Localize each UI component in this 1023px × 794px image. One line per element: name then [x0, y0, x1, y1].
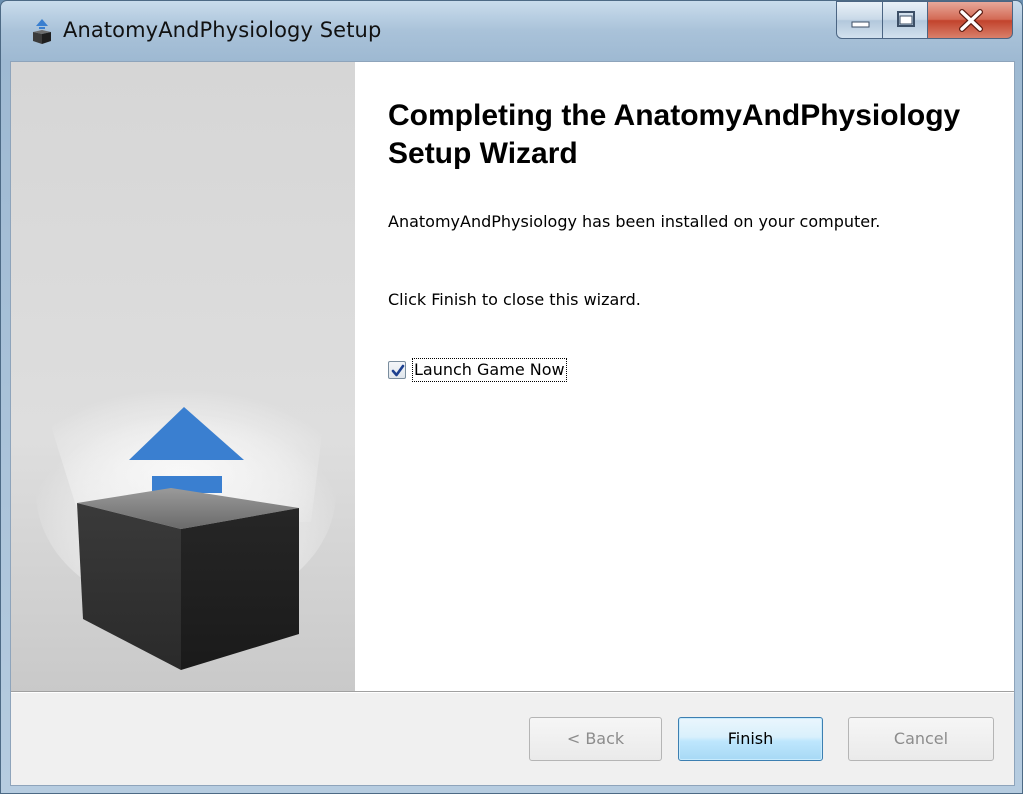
footer-divider-highlight: [11, 692, 1014, 693]
launch-game-checkbox[interactable]: [388, 361, 406, 379]
setup-window: AnatomyAndPhysiology Setup Completing th…: [0, 0, 1023, 794]
minimize-icon: [851, 21, 870, 28]
finish-button[interactable]: Finish: [678, 717, 823, 761]
window-title: AnatomyAndPhysiology Setup: [63, 18, 382, 42]
page-title: Completing the AnatomyAndPhysiology Setu…: [388, 99, 961, 170]
launch-game-label[interactable]: Launch Game Now: [412, 358, 567, 382]
wizard-client-area: Completing the AnatomyAndPhysiology Setu…: [10, 61, 1015, 786]
close-button[interactable]: [927, 1, 1013, 39]
cancel-button[interactable]: Cancel: [848, 717, 994, 761]
maximize-icon: [897, 11, 915, 27]
wizard-side-banner: [11, 62, 355, 691]
maximize-button[interactable]: [882, 1, 928, 39]
finish-instruction: Click Finish to close this wizard.: [388, 290, 641, 309]
installer-box-icon: [31, 17, 53, 45]
wizard-content-panel: Completing the AnatomyAndPhysiology Setu…: [355, 62, 1014, 691]
checkmark-icon: [391, 364, 405, 377]
minimize-button[interactable]: [836, 1, 883, 39]
back-button[interactable]: < Back: [529, 717, 662, 761]
close-icon: [959, 9, 983, 32]
install-box-illustration: [11, 62, 355, 691]
title-bar[interactable]: AnatomyAndPhysiology Setup: [1, 1, 1022, 61]
installed-message: AnatomyAndPhysiology has been installed …: [388, 212, 881, 231]
